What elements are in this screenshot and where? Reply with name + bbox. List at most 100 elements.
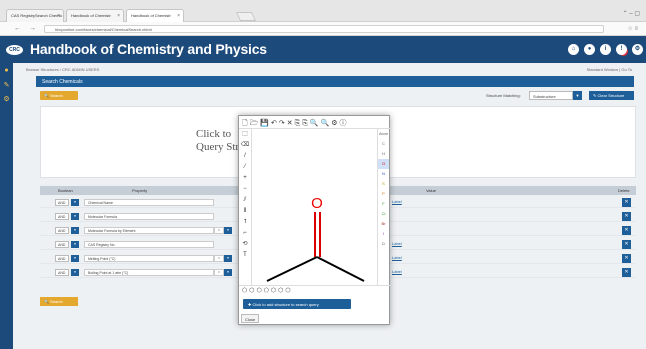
boolean-select[interactable]: AND bbox=[55, 213, 69, 220]
browser-tab[interactable]: CAS RegistrySearch Chemic × bbox=[6, 9, 64, 22]
search-button-label: Search bbox=[50, 93, 63, 98]
sidebar-item-flask-icon[interactable]: ✎ bbox=[0, 81, 13, 91]
text-tool-icon[interactable]: T bbox=[239, 250, 251, 261]
bracket-icon[interactable]: ⌐ bbox=[239, 228, 251, 239]
value-link[interactable]: Label bbox=[392, 241, 402, 246]
minus-charge-icon[interactable]: − bbox=[239, 184, 251, 195]
delete-row-button[interactable]: ✕ bbox=[622, 254, 631, 263]
add-structure-button[interactable]: ✚ Click to add structure to search query bbox=[243, 299, 351, 309]
sidebar-item-search-icon[interactable]: ● bbox=[0, 67, 13, 77]
atom-button-i[interactable]: I bbox=[378, 229, 389, 239]
new-tab-button[interactable] bbox=[235, 12, 257, 21]
settings-icon[interactable]: ⚙ bbox=[632, 44, 643, 55]
value-link[interactable]: Label bbox=[392, 199, 402, 204]
delete-row-button[interactable]: ✕ bbox=[622, 226, 631, 235]
tab-label: Handbook of Chemistr bbox=[131, 13, 171, 18]
boolean-select[interactable]: AND bbox=[55, 227, 69, 234]
window-controls[interactable]: ⌃ – ▢ bbox=[623, 10, 640, 17]
search-button[interactable]: 🔍 Search bbox=[40, 91, 78, 100]
property-select[interactable]: CAS Registry No. bbox=[84, 241, 214, 248]
chevron-down-icon[interactable]: ▼ bbox=[71, 199, 79, 206]
molecule-canvas[interactable]: O bbox=[252, 129, 379, 285]
structure-matching-label: Structure Matching: bbox=[486, 93, 521, 98]
chevron-down-icon[interactable]: ▼ bbox=[71, 241, 79, 248]
sidebar: ● ✎ ⚙ bbox=[0, 63, 13, 349]
search-button-bottom[interactable]: 🔍 Search bbox=[40, 297, 78, 306]
chevron-down-icon[interactable]: ▼ bbox=[224, 227, 232, 234]
eraser-icon[interactable]: ⌫ bbox=[239, 140, 251, 151]
chevron-down-icon[interactable]: ▼ bbox=[573, 91, 582, 100]
delete-row-button[interactable]: ✕ bbox=[622, 198, 631, 207]
property-select[interactable]: Molecular Formula by Element bbox=[84, 227, 214, 234]
notification-icon[interactable]: ! bbox=[616, 44, 627, 55]
url-input[interactable]: hbcponline.com/faces/chemical/ChemicalSe… bbox=[44, 25, 604, 33]
property-select[interactable]: Molecular Formula bbox=[84, 213, 214, 220]
value-link[interactable]: Label bbox=[392, 269, 402, 274]
delete-row-button[interactable]: ✕ bbox=[622, 268, 631, 277]
plus-charge-icon[interactable]: + bbox=[239, 173, 251, 184]
browser-tab-active[interactable]: Handbook of Chemistr × bbox=[126, 9, 184, 22]
boolean-select[interactable]: AND bbox=[55, 255, 69, 262]
bond-type-icon[interactable]: ⫽ bbox=[239, 195, 251, 206]
atom-button-br[interactable]: Br bbox=[378, 219, 389, 229]
column-header-boolean: Boolean bbox=[58, 188, 73, 193]
sidebar-item-gear-icon[interactable]: ⚙ bbox=[0, 95, 13, 105]
site-header: CRC Handbook of Chemistry and Physics ⌂ ●… bbox=[0, 36, 646, 63]
delete-row-button[interactable]: ✕ bbox=[622, 240, 631, 249]
atom-button-f[interactable]: F bbox=[378, 199, 389, 209]
atom-button-s[interactable]: S bbox=[378, 179, 389, 189]
value-link[interactable]: Label bbox=[392, 255, 402, 260]
chevron-down-icon[interactable]: ▼ bbox=[71, 213, 79, 220]
breadcrumb[interactable]: Browse Structures / CRC ADMIN USERS bbox=[26, 67, 99, 72]
chevron-down-icon[interactable]: ▼ bbox=[71, 227, 79, 234]
star-icon[interactable]: ☆ ≡ bbox=[627, 25, 638, 32]
column-header-value: Value bbox=[426, 188, 436, 193]
info-icon[interactable]: i bbox=[600, 44, 611, 55]
property-select[interactable]: Boiling Point at 1 atm (°C) bbox=[84, 269, 214, 276]
user-icon[interactable]: ● bbox=[584, 44, 595, 55]
atom-button-c[interactable]: C bbox=[378, 139, 389, 149]
browser-tab[interactable]: Handbook of Chemistr × bbox=[66, 9, 124, 22]
select-tool-icon[interactable]: ⬚ bbox=[239, 129, 251, 140]
chevron-down-icon[interactable]: ▼ bbox=[224, 255, 232, 262]
atom-button-o[interactable]: O bbox=[378, 159, 389, 169]
structure-matching-select[interactable]: Substructure bbox=[529, 91, 573, 100]
close-icon[interactable]: × bbox=[57, 13, 60, 19]
chain-icon[interactable]: ⁄ bbox=[239, 162, 251, 173]
single-bond-line bbox=[316, 256, 365, 282]
atom-button-cl[interactable]: Cl bbox=[378, 209, 389, 219]
chevron-down-icon[interactable]: ▼ bbox=[224, 269, 232, 276]
boolean-select[interactable]: AND bbox=[55, 241, 69, 248]
atom-list-icon[interactable]: Atom bbox=[378, 129, 389, 139]
atom-button-d[interactable]: D bbox=[378, 239, 389, 249]
operator-select[interactable]: = bbox=[214, 255, 224, 262]
atom-button-n[interactable]: N bbox=[378, 169, 389, 179]
draw-prompt-line2: Query Str bbox=[196, 141, 240, 153]
close-icon[interactable]: × bbox=[177, 13, 180, 19]
operator-select[interactable]: = bbox=[214, 269, 224, 276]
single-bond-icon[interactable]: / bbox=[239, 151, 251, 162]
crc-logo[interactable]: CRC bbox=[6, 45, 23, 55]
close-icon[interactable]: × bbox=[117, 13, 120, 19]
reaction-arrow-icon[interactable]: ⭡ bbox=[239, 217, 251, 228]
delete-row-button[interactable]: ✕ bbox=[622, 212, 631, 221]
editor-top-toolbar[interactable]: 🗋🗁💾↶↷✕⎘⎘🔍🔍⚙ⓘ bbox=[239, 116, 391, 129]
address-bar: ← → C ⌂ hbcponline.com/faces/chemical/Ch… bbox=[0, 22, 646, 36]
rotate-icon[interactable]: ⟲ bbox=[239, 239, 251, 250]
property-select[interactable]: Chemical Name bbox=[84, 199, 214, 206]
close-button[interactable]: Close bbox=[241, 314, 259, 323]
boolean-select[interactable]: AND bbox=[55, 199, 69, 206]
atom-button-p[interactable]: P bbox=[378, 189, 389, 199]
operator-select[interactable]: = bbox=[214, 227, 224, 234]
stereo-bond-icon[interactable]: ⫴ bbox=[239, 206, 251, 217]
window-mode-link[interactable]: Standard Window | Go To bbox=[587, 67, 632, 72]
chevron-down-icon[interactable]: ▼ bbox=[71, 269, 79, 276]
property-select[interactable]: Melting Point (°C) bbox=[84, 255, 214, 262]
editor-ring-toolbar[interactable]: ⬠⬡⬡⬠⬡⬡⬡ bbox=[239, 285, 391, 295]
atom-button-h[interactable]: H bbox=[378, 149, 389, 159]
home-icon[interactable]: ⌂ bbox=[568, 44, 579, 55]
oxygen-atom-label[interactable]: O bbox=[311, 195, 323, 212]
boolean-select[interactable]: AND bbox=[55, 269, 69, 276]
chevron-down-icon[interactable]: ▼ bbox=[71, 255, 79, 262]
clear-structure-button[interactable]: ✎ Clear Structure bbox=[589, 91, 634, 100]
